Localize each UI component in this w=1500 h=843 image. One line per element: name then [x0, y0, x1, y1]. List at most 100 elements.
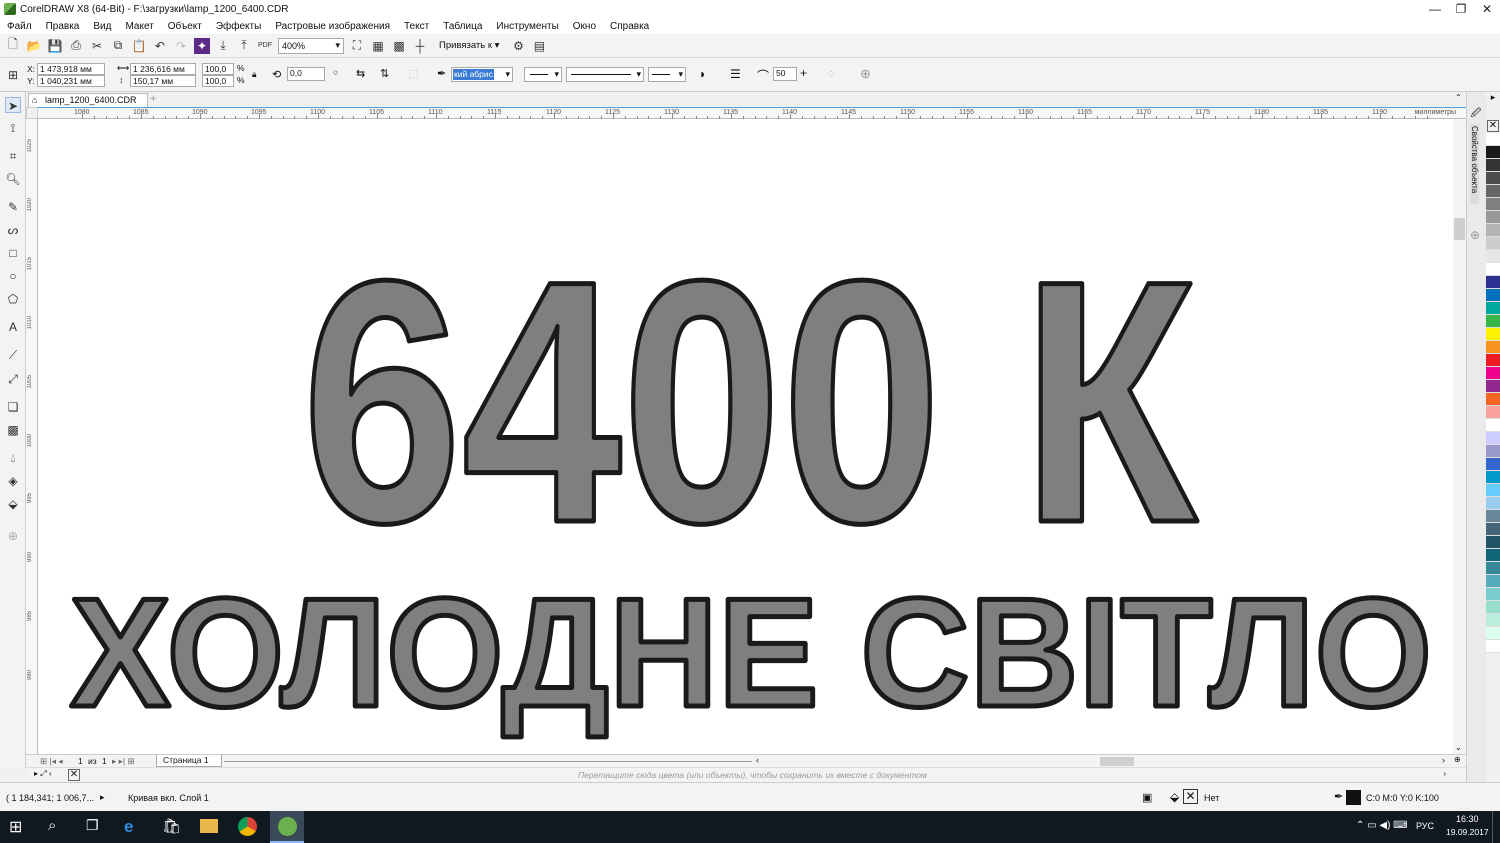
palette-swatch[interactable]	[1486, 393, 1500, 406]
drop-shadow-icon[interactable]: ❏	[5, 399, 21, 415]
open-folder-icon[interactable]: 📂	[26, 38, 42, 54]
palette-swatch[interactable]	[1486, 341, 1500, 354]
first-page-icon[interactable]: ⊞ |◂ ◂	[40, 756, 63, 767]
palette-swatch[interactable]	[1486, 575, 1500, 588]
scale-width-field[interactable]: 100,0	[202, 63, 234, 75]
chevron-down-icon[interactable]: ⌄	[1455, 743, 1462, 752]
x-position-field[interactable]: 1 473,918 мм	[37, 63, 105, 75]
palette-swatch[interactable]	[1486, 458, 1500, 471]
parallel-dimension-icon[interactable]: ⟋	[5, 347, 21, 363]
paste-icon[interactable]: 📋	[131, 38, 147, 54]
print-icon[interactable]: ⎙	[68, 38, 84, 54]
cut-icon[interactable]: ✂	[89, 38, 105, 54]
zoom-navigator-icon[interactable]: ⊕	[1454, 755, 1461, 764]
palette-swatch[interactable]	[1486, 185, 1500, 198]
palette-swatch[interactable]	[1486, 614, 1500, 627]
artistic-media-icon[interactable]: ᔕ	[5, 222, 21, 238]
menu-table[interactable]: Таблица	[436, 21, 489, 32]
store-icon[interactable]: 🛍︎	[162, 817, 182, 837]
palette-swatch[interactable]	[1486, 627, 1500, 640]
object-properties-icon[interactable]: 🖉︎	[1468, 106, 1484, 122]
search-content-icon[interactable]: ✦	[194, 37, 210, 54]
palette-swatch[interactable]	[1486, 263, 1500, 276]
rectangle-tool-icon[interactable]: □	[5, 245, 21, 261]
ellipse-tool-icon[interactable]: ○	[5, 268, 21, 284]
palette-swatch[interactable]	[1486, 289, 1500, 302]
palette-swatch[interactable]	[1486, 497, 1500, 510]
page-tab[interactable]: Страница 1	[156, 755, 222, 767]
add-icon[interactable]: ⊕	[860, 66, 871, 82]
menu-window[interactable]: Окно	[566, 21, 603, 32]
import-icon[interactable]: ⤓	[215, 38, 231, 54]
mirror-horizontal-icon[interactable]: ⇆	[356, 67, 365, 80]
clock-date[interactable]: 19.09.2017	[1446, 827, 1489, 837]
search-icon[interactable]: ⌕	[48, 817, 68, 837]
file-explorer-icon[interactable]	[200, 819, 218, 833]
menu-object[interactable]: Объект	[161, 21, 209, 32]
palette-swatch[interactable]	[1486, 354, 1500, 367]
palette-arrows-icon[interactable]: ▸ ⤢ ‹	[34, 769, 52, 779]
last-page-icon[interactable]: ▸ ▸| ⊞	[112, 756, 135, 767]
outline-width-select[interactable]: кий абрис ▾	[451, 67, 513, 82]
zoom-tool-icon[interactable]: 🔍︎	[5, 171, 21, 187]
palette-swatch[interactable]	[1486, 445, 1500, 458]
save-icon[interactable]: 💾	[47, 38, 63, 54]
quick-customize-icon[interactable]: ⁘	[826, 67, 836, 81]
pick-tool-icon[interactable]: ➤	[5, 97, 21, 113]
export-icon[interactable]: ⤒	[236, 38, 252, 54]
document-tab[interactable]: ⌂ lamp_1200_6400.CDR	[28, 93, 148, 107]
palette-swatch[interactable]	[1486, 380, 1500, 393]
menu-layout[interactable]: Макет	[118, 21, 160, 32]
edge-browser-icon[interactable]: e	[124, 817, 144, 837]
chevron-right-icon[interactable]: ›	[1443, 769, 1446, 778]
horizontal-scroll-thumb[interactable]	[1100, 757, 1134, 766]
vertical-scrollbar[interactable]: ⌄	[1453, 119, 1466, 754]
no-fill-swatch[interactable]: ✕	[1487, 120, 1499, 132]
menu-text[interactable]: Текст	[397, 21, 436, 32]
maximize-button[interactable]: ❐	[1448, 0, 1474, 18]
palette-swatch[interactable]	[1486, 510, 1500, 523]
scale-height-field[interactable]: 100,0	[202, 75, 234, 87]
drawing-canvas[interactable]: 6400 К ХОЛОДНЕ СВІТЛО	[38, 119, 1466, 754]
palette-swatch[interactable]	[1486, 172, 1500, 185]
close-button[interactable]: ✕	[1474, 0, 1500, 18]
palette-swatch[interactable]	[1486, 159, 1500, 172]
gear-icon[interactable]: ⚙	[510, 38, 526, 54]
copy-icon[interactable]: ⧉	[110, 38, 126, 54]
show-grid-icon[interactable]: ▩	[391, 38, 407, 54]
new-document-icon[interactable]: 🗋	[5, 37, 21, 54]
full-screen-icon[interactable]: ⛶	[349, 38, 365, 54]
new-tab-icon[interactable]: +	[150, 93, 156, 105]
add-tool-icon[interactable]: ⊕	[5, 528, 21, 544]
palette-swatch[interactable]	[1486, 211, 1500, 224]
minimize-button[interactable]: —	[1422, 0, 1448, 18]
add-docker-icon[interactable]: ⊕	[1470, 228, 1480, 242]
chevron-right-icon[interactable]: ▸	[100, 792, 105, 803]
height-field[interactable]: 150,17 мм	[130, 75, 196, 87]
palette-swatch[interactable]	[1486, 146, 1500, 159]
artwork-line2[interactable]: ХОЛОДНЕ СВІТЛО	[68, 564, 1435, 742]
show-rulers-icon[interactable]: ▦	[370, 38, 386, 54]
no-color-swatch[interactable]: ✕	[68, 769, 80, 781]
freehand-tool-icon[interactable]: ✎	[5, 199, 21, 215]
color-proof-icon[interactable]: ▣	[1142, 791, 1152, 804]
object-properties-tab[interactable]: Свойства объекта	[1470, 124, 1479, 204]
input-language[interactable]: РУС	[1416, 821, 1434, 831]
start-arrowhead-select[interactable]: ▾	[524, 67, 562, 82]
palette-swatch[interactable]	[1486, 250, 1500, 263]
artwork-line1[interactable]: 6400 К	[300, 208, 1204, 598]
menu-bitmaps[interactable]: Растровые изображения	[268, 21, 397, 32]
menu-effects[interactable]: Эффекты	[209, 21, 268, 32]
show-guidelines-icon[interactable]: ┼	[412, 38, 428, 54]
palette-swatch[interactable]	[1486, 588, 1500, 601]
clock-time[interactable]: 16:30	[1456, 814, 1479, 824]
object-origin-icon[interactable]: ⊞	[5, 67, 21, 83]
palette-swatch[interactable]	[1486, 432, 1500, 445]
launch-app-icon[interactable]: ▤	[531, 38, 547, 54]
shape-tool-icon[interactable]: ⟟	[5, 120, 21, 136]
palette-swatch[interactable]	[1486, 237, 1500, 250]
chevron-left-icon[interactable]: ‹	[756, 755, 759, 765]
vertical-ruler[interactable]: 1025 1020 1015 1010 1005 1000 995 990 985 980	[26, 119, 38, 754]
menu-help[interactable]: Справка	[603, 21, 656, 32]
crop-tool-icon[interactable]: ⌗	[5, 148, 21, 164]
